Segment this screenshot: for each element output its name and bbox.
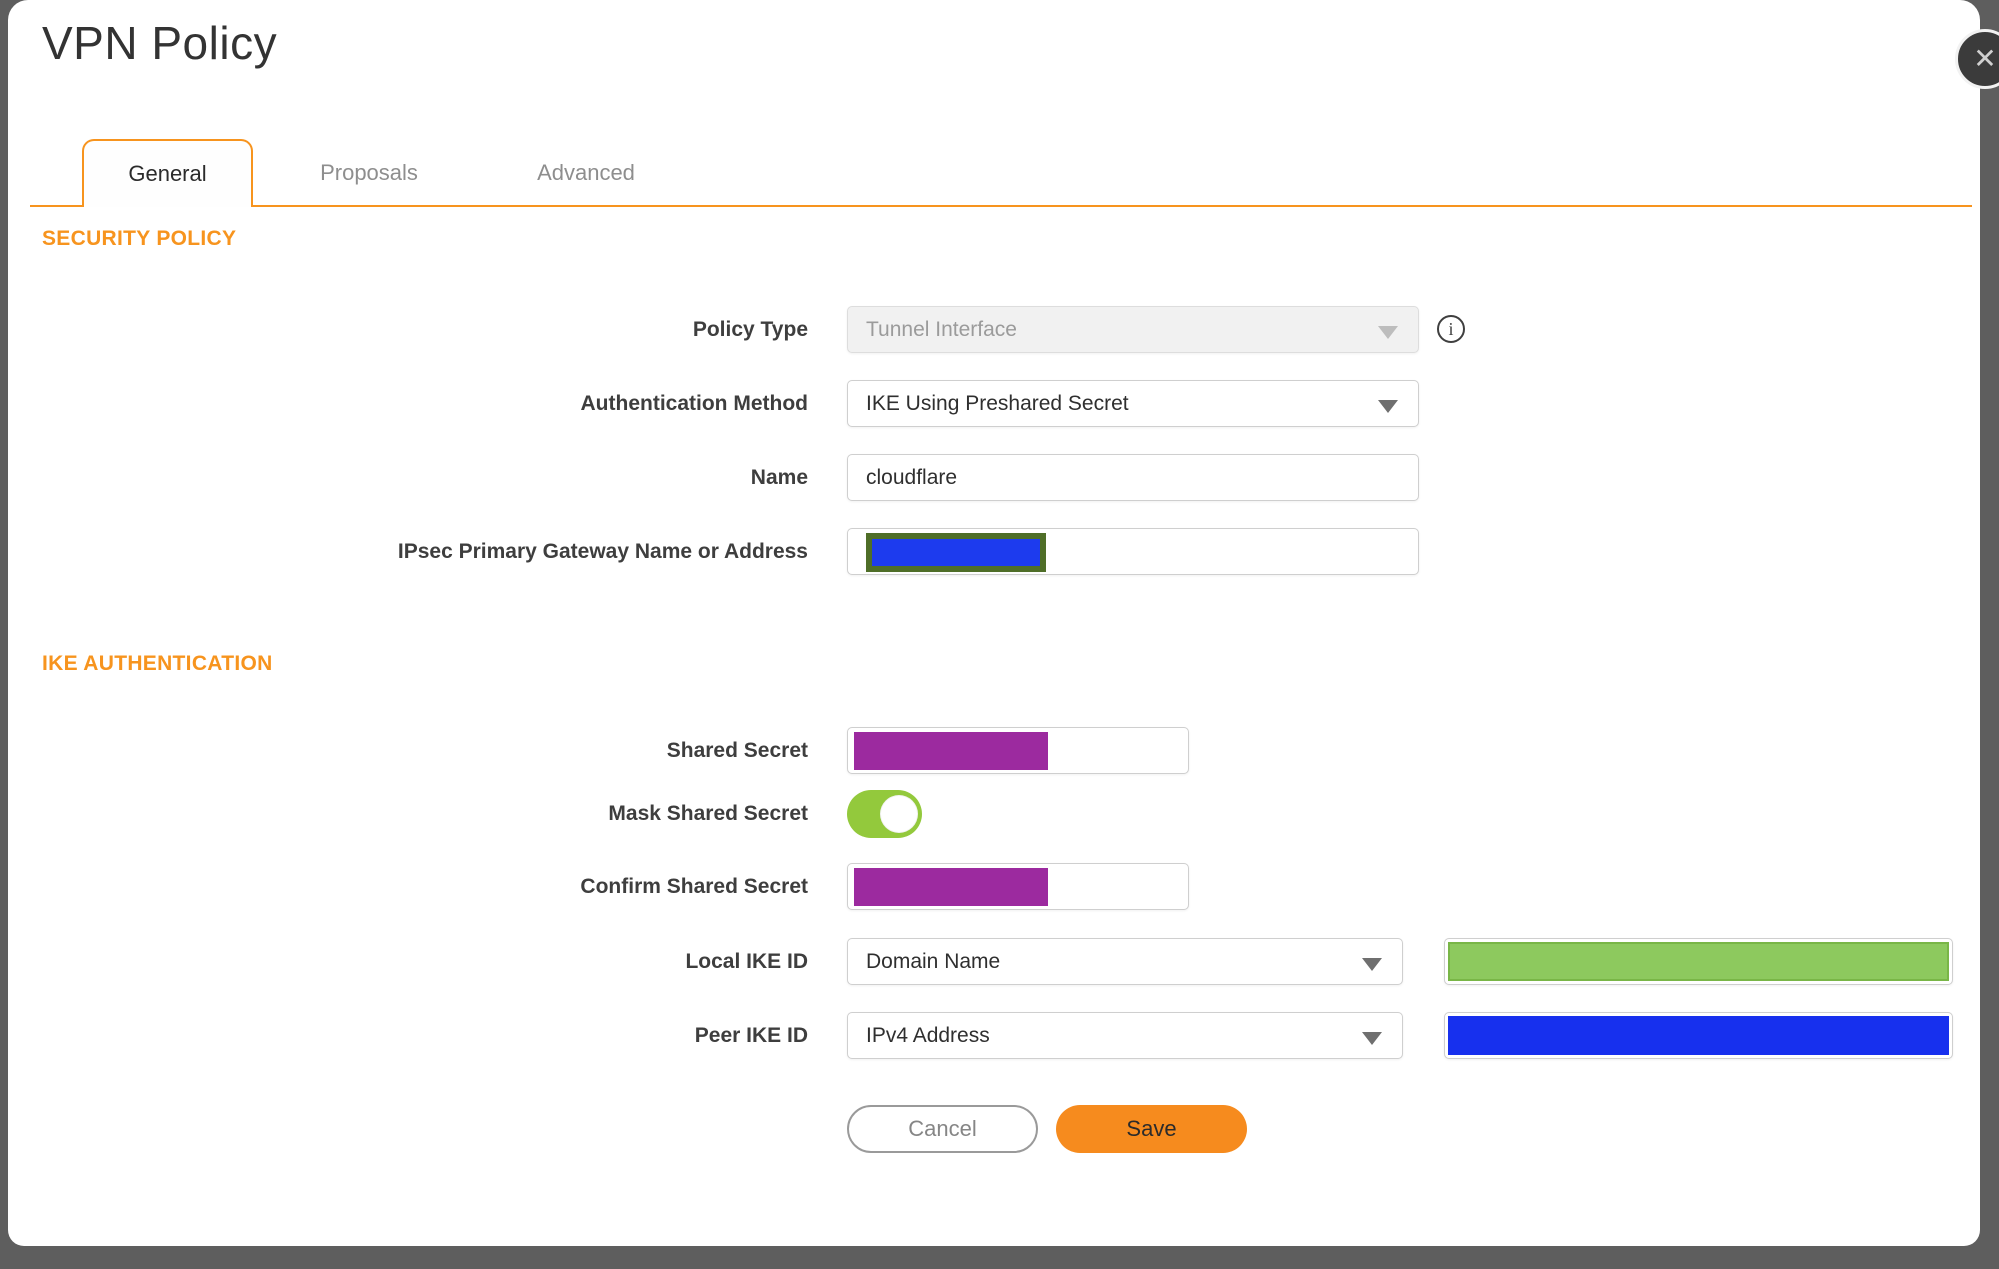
authentication-method-label: Authentication Method <box>580 392 808 415</box>
local-ike-id-label: Local IKE ID <box>685 950 808 973</box>
security-policy-heading: SECURITY POLICY <box>42 227 237 250</box>
tab-general-label: General <box>128 161 207 186</box>
mask-shared-secret-label: Mask Shared Secret <box>608 802 808 825</box>
peer-ike-id-value-input[interactable] <box>1444 1012 1953 1059</box>
policy-type-select[interactable]: Tunnel Interface <box>847 306 1419 353</box>
local-ike-id-value-input[interactable] <box>1444 938 1953 985</box>
vpn-policy-dialog: VPN Policy General Proposals Advanced SE… <box>8 0 1980 1246</box>
info-icon-glyph: i <box>1448 318 1454 339</box>
ipsec-gateway-input[interactable] <box>847 528 1419 575</box>
redaction-block <box>1448 942 1949 981</box>
chevron-down-icon <box>1362 1032 1382 1045</box>
name-label: Name <box>750 466 808 489</box>
redaction-block <box>1448 1016 1949 1055</box>
page-title: VPN Policy <box>42 17 278 69</box>
confirm-shared-secret-label: Confirm Shared Secret <box>580 875 808 898</box>
toggle-knob <box>880 795 918 833</box>
save-button-label: Save <box>1126 1116 1177 1141</box>
redaction-block <box>854 732 1048 770</box>
ike-authentication-heading: IKE AUTHENTICATION <box>42 652 273 675</box>
confirm-shared-secret-input[interactable] <box>847 863 1189 910</box>
info-icon[interactable]: i <box>1437 315 1465 343</box>
tab-advanced[interactable]: Advanced <box>506 139 666 207</box>
tab-general[interactable]: General <box>82 139 253 207</box>
save-button[interactable]: Save <box>1056 1105 1247 1153</box>
policy-type-value: Tunnel Interface <box>866 317 1017 341</box>
peer-ike-id-label: Peer IKE ID <box>694 1024 808 1047</box>
chevron-down-icon <box>1362 958 1382 971</box>
authentication-method-value: IKE Using Preshared Secret <box>866 391 1129 415</box>
redaction-block <box>866 533 1046 572</box>
mask-shared-secret-toggle[interactable] <box>847 790 922 838</box>
authentication-method-select[interactable]: IKE Using Preshared Secret <box>847 380 1419 427</box>
peer-ike-id-type-value: IPv4 Address <box>866 1023 990 1047</box>
redaction-block <box>854 868 1048 906</box>
name-value: cloudflare <box>866 465 958 489</box>
local-ike-id-type-value: Domain Name <box>866 949 1001 973</box>
cancel-button-label: Cancel <box>908 1116 977 1141</box>
chevron-down-icon <box>1378 400 1398 413</box>
tab-advanced-label: Advanced <box>537 160 635 185</box>
tab-proposals-label: Proposals <box>320 160 418 185</box>
name-input[interactable]: cloudflare <box>847 454 1419 501</box>
peer-ike-id-select[interactable]: IPv4 Address <box>847 1012 1403 1059</box>
ipsec-gateway-label: IPsec Primary Gateway Name or Address <box>397 540 808 563</box>
chevron-down-icon <box>1378 326 1398 339</box>
shared-secret-label: Shared Secret <box>666 739 808 762</box>
tab-proposals[interactable]: Proposals <box>289 139 449 207</box>
cancel-button[interactable]: Cancel <box>847 1105 1038 1153</box>
local-ike-id-select[interactable]: Domain Name <box>847 938 1403 985</box>
policy-type-label: Policy Type <box>692 318 808 341</box>
close-icon: ✕ <box>1973 43 1997 74</box>
shared-secret-input[interactable] <box>847 727 1189 774</box>
